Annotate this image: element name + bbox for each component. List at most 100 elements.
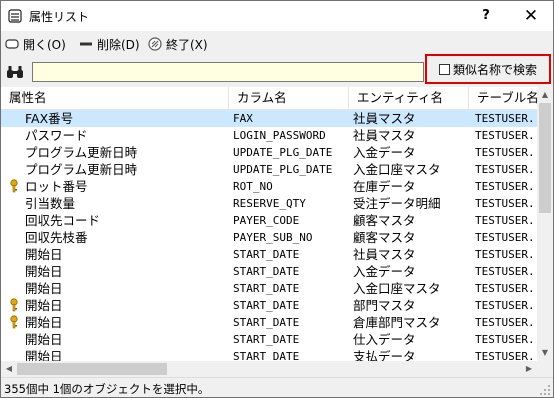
delete-button[interactable]: 削除(D) (79, 35, 140, 53)
column-name-cell: PAYER_SUB_NO (233, 231, 313, 244)
table-row[interactable]: プログラム更新日時 UPDATE_PLG_DATE 入金データ TESTUSER. (1, 144, 537, 161)
exit-label: 終了(X) (166, 37, 208, 52)
table-row[interactable]: プログラム更新日時 UPDATE_PLG_DATE 入金口座マスタ TESTUSER. (1, 161, 537, 178)
table-name-cell: TESTUSER. (475, 112, 535, 125)
table-row[interactable]: FAX番号 FAX 社員マスタ TESTUSER. (1, 110, 537, 127)
table-row[interactable]: 回収先コード PAYER_CODE 顧客マスタ TESTUSER. (1, 212, 537, 229)
entity-name-cell: 顧客マスタ (353, 230, 416, 245)
scroll-down-icon[interactable]: ▼ (537, 345, 553, 361)
attribute-list-window: 属性リスト ? ✕ 開く(O) 削除(D) 終了(X) 類似名称で検索 属性名 … (0, 0, 554, 398)
column-name-cell: UPDATE_PLG_DATE (233, 163, 333, 176)
column-name-cell: RESERVE_QTY (233, 197, 306, 210)
table-row[interactable]: 引当数量 RESERVE_QTY 受注データ明細 TESTUSER. (1, 195, 537, 212)
entity-name-cell: 入金データ (353, 264, 416, 279)
open-icon (5, 39, 19, 49)
table-row[interactable]: パスワード LOGIN_PASSWORD 社員マスタ TESTUSER. (1, 127, 537, 144)
column-name-cell: START_DATE (233, 299, 300, 312)
exit-button[interactable]: 終了(X) (148, 35, 208, 53)
entity-name-cell: 入金口座マスタ (353, 162, 441, 177)
binoculars-icon (7, 66, 23, 78)
table-row[interactable]: 開始日 START_DATE 部門マスタ TESTUSER. (1, 297, 537, 314)
attribute-table: 属性名 カラム名 エンティティ名 テーブル名 FAX番号 FAX 社員マスタ TEST… (1, 87, 553, 361)
horizontal-scrollbar[interactable]: ◀ ▶ (1, 361, 553, 377)
table-name-cell: TESTUSER. (475, 197, 535, 210)
table-header: 属性名 カラム名 エンティティ名 テーブル名 (1, 87, 537, 110)
entity-name-cell: 入金データ (353, 145, 416, 160)
table-name-cell: TESTUSER. (475, 265, 535, 278)
scroll-right-icon[interactable]: ▶ (521, 361, 537, 377)
column-name-cell: START_DATE (233, 316, 300, 329)
list-window-icon (8, 9, 22, 23)
attribute-name-cell: 開始日 (25, 247, 63, 262)
attribute-name-cell: 引当数量 (25, 196, 76, 211)
vertical-scroll-thumb[interactable] (539, 103, 551, 213)
minus-icon (80, 42, 92, 46)
open-label: 開く(O) (23, 37, 66, 52)
table-name-cell: TESTUSER. (475, 282, 535, 295)
entity-name-cell: 社員マスタ (353, 128, 416, 143)
entity-name-cell: 顧客マスタ (353, 213, 416, 228)
attribute-name-cell: 回収先枝番 (25, 230, 88, 245)
primary-key-icon (8, 315, 20, 332)
entity-name-cell: 仕入データ (353, 332, 416, 347)
column-name-cell: START_DATE (233, 333, 300, 346)
column-name-cell: START_DATE (233, 282, 300, 295)
attribute-name-cell: FAX番号 (25, 111, 74, 126)
attribute-name-cell: 開始日 (25, 264, 63, 279)
status-text: 355個中 1個のオブジェクトを選択中。 (4, 382, 210, 396)
scroll-up-icon[interactable]: ▲ (537, 87, 553, 103)
attribute-name-cell: 開始日 (25, 315, 63, 330)
primary-key-icon (8, 179, 20, 196)
attribute-name-cell: 開始日 (25, 281, 63, 296)
column-name-cell: START_DATE (233, 265, 300, 278)
table-name-cell: TESTUSER. (475, 129, 535, 142)
entity-name-cell: 受注データ明細 (353, 196, 441, 211)
table-row[interactable]: 開始日 START_DATE 支払データ TESTUSER. (1, 348, 537, 361)
column-header-entity[interactable]: エンティティ名 (349, 87, 469, 109)
resize-grip-icon[interactable] (539, 384, 551, 396)
table-name-cell: TESTUSER. (475, 299, 535, 312)
similar-name-checkbox[interactable] (439, 64, 450, 75)
title-bar[interactable]: 属性リスト ? ✕ (1, 1, 553, 31)
table-name-cell: TESTUSER. (475, 180, 535, 193)
attribute-name-cell: プログラム更新日時 (25, 145, 138, 160)
attribute-name-cell: 回収先コード (25, 213, 101, 228)
status-bar: 355個中 1個のオブジェクトを選択中。 (1, 377, 553, 397)
table-name-cell: TESTUSER. (475, 350, 535, 361)
attribute-name-cell: ロット番号 (25, 179, 88, 194)
table-row[interactable]: ロット番号 ROT_NO 在庫データ TESTUSER. (1, 178, 537, 195)
help-button[interactable]: ? (471, 1, 501, 31)
table-row[interactable]: 開始日 START_DATE 倉庫部門マスタ TESTUSER. (1, 314, 537, 331)
similar-name-label: 類似名称で検索 (453, 63, 538, 77)
table-name-cell: TESTUSER. (475, 231, 535, 244)
column-name-cell: START_DATE (233, 248, 300, 261)
close-button[interactable]: ✕ (511, 1, 551, 31)
vertical-scrollbar[interactable]: ▲ ▼ (537, 87, 553, 361)
open-button[interactable]: 開く(O) (5, 35, 66, 53)
column-name-cell: PAYER_CODE (233, 214, 300, 227)
column-header-table[interactable]: テーブル名 (469, 87, 537, 109)
table-row[interactable]: 開始日 START_DATE 仕入データ TESTUSER. (1, 331, 537, 348)
delete-label: 削除(D) (97, 37, 140, 52)
exit-icon (148, 37, 162, 51)
table-row[interactable]: 開始日 START_DATE 入金口座マスタ TESTUSER. (1, 280, 537, 297)
column-name-cell: START_DATE (233, 350, 300, 361)
table-name-cell: TESTUSER. (475, 316, 535, 329)
entity-name-cell: 入金口座マスタ (353, 281, 441, 296)
similar-name-search-option[interactable]: 類似名称で検索 (425, 54, 551, 84)
table-row[interactable]: 開始日 START_DATE 入金データ TESTUSER. (1, 263, 537, 280)
column-header-attribute[interactable]: 属性名 (1, 87, 229, 109)
scroll-left-icon[interactable]: ◀ (1, 361, 17, 377)
attribute-name-cell: プログラム更新日時 (25, 162, 138, 177)
table-name-cell: TESTUSER. (475, 333, 535, 346)
search-input[interactable] (32, 62, 424, 82)
entity-name-cell: 部門マスタ (353, 298, 416, 313)
table-name-cell: TESTUSER. (475, 163, 535, 176)
entity-name-cell: 社員マスタ (353, 247, 416, 262)
table-name-cell: TESTUSER. (475, 248, 535, 261)
table-row[interactable]: 回収先枝番 PAYER_SUB_NO 顧客マスタ TESTUSER. (1, 229, 537, 246)
table-row[interactable]: 開始日 START_DATE 社員マスタ TESTUSER. (1, 246, 537, 263)
horizontal-scroll-thumb[interactable] (17, 363, 167, 375)
column-header-column[interactable]: カラム名 (229, 87, 349, 109)
primary-key-icon (8, 298, 20, 315)
